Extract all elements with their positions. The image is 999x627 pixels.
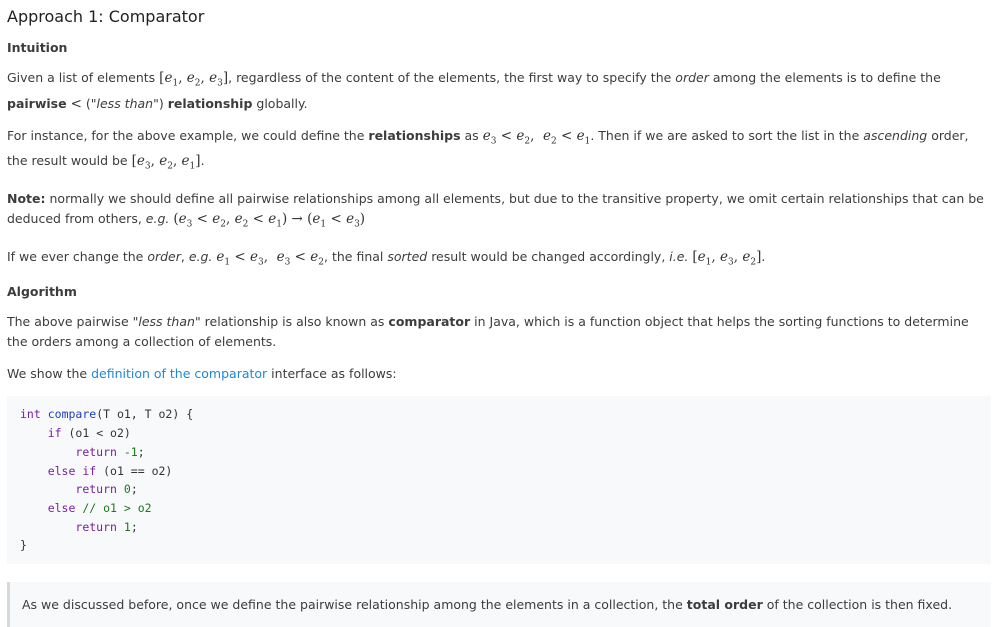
paragraph-change-order: If we ever change the order, e.g. e1 < e…	[7, 248, 766, 268]
emphasis-eg: e.g.	[188, 248, 213, 264]
code-text: (o1 < o2)	[68, 426, 131, 441]
paragraph-intro: Given a list of elements [e1, e2, e3], r…	[7, 68, 991, 114]
paragraph-show-definition: We show the definition of the comparator…	[7, 364, 991, 384]
code-keyword: return	[75, 444, 117, 459]
code-block: int compare(T o1, T o2) { if (o1 < o2) r…	[7, 396, 991, 565]
math-transitive: (e3 < e2, e2 < e1) → (e1 < e3)	[173, 211, 366, 230]
text: , the final	[324, 248, 384, 264]
text: among the elements is to define the	[712, 70, 941, 85]
math-new-sorted-list: [e1, e3, e2]	[692, 248, 762, 268]
text: If we ever change the	[7, 248, 144, 264]
math-sorted-list: [e3, e2, e1]	[131, 153, 201, 173]
code-number: 1	[123, 519, 131, 534]
page-title: Approach 1: Comparator	[7, 7, 205, 26]
text: " relationship is also known as	[194, 314, 385, 330]
text: , regardless of the content of the eleme…	[228, 70, 672, 85]
emphasis-order: order	[147, 248, 181, 264]
emphasis-less-than: less than	[96, 95, 154, 111]
comparator-definition-link[interactable]: definition of the comparator	[91, 366, 267, 381]
code-text: ;	[130, 482, 138, 497]
code-text: (o1 == o2)	[103, 463, 173, 478]
text: The above pairwise "	[7, 314, 139, 330]
text: result would be changed accordingly,	[431, 248, 666, 264]
text: ")	[153, 95, 164, 111]
text: As we discussed before, once we define t…	[22, 597, 683, 613]
emphasis-eg: e.g.	[145, 211, 170, 227]
text: . Then if we are asked to sort the list …	[590, 127, 860, 143]
paragraph-example: For instance, for the above example, we …	[7, 126, 991, 177]
paragraph-comparator: The above pairwise "less than" relations…	[7, 312, 991, 352]
text: globally.	[256, 95, 308, 111]
emphasis-order: order	[675, 70, 709, 85]
code-text: }	[20, 538, 27, 553]
text: ("	[85, 95, 97, 111]
emphasis-sorted: sorted	[387, 248, 428, 264]
strong-comparator: comparator	[388, 314, 471, 330]
math-element-list: [e1, e2, e3]	[159, 70, 229, 89]
code-text: (T o1, T o2) {	[96, 407, 194, 422]
strong-total-order: total order	[686, 597, 763, 613]
strong-note: Note:	[7, 191, 46, 207]
algorithm-heading: Algorithm	[7, 284, 77, 300]
code-keyword: else if	[47, 463, 97, 478]
emphasis-less-than: less than	[138, 314, 195, 330]
emphasis-ie: i.e.	[669, 248, 689, 264]
emphasis-ascending: ascending	[863, 127, 928, 143]
paragraph-note: Note: normally we should define all pair…	[7, 189, 991, 235]
math-less-than: <	[70, 95, 82, 112]
code-comment: // o1 > o2	[82, 500, 152, 515]
code-keyword: else	[47, 500, 76, 515]
text: .	[200, 153, 205, 169]
strong-pairwise: pairwise	[7, 95, 67, 111]
code-keyword: if	[47, 426, 62, 441]
text: Given a list of elements	[7, 70, 156, 85]
code-number: -1	[123, 444, 138, 459]
intuition-heading: Intuition	[7, 40, 68, 55]
code-function-name: compare	[47, 407, 97, 422]
text: of the collection is then fixed.	[766, 597, 953, 613]
code-text: ;	[130, 519, 138, 534]
text: We show the	[7, 366, 88, 382]
text: as	[464, 127, 479, 143]
code-number: 0	[123, 482, 131, 497]
blockquote-total-order: As we discussed before, once we define t…	[7, 582, 991, 627]
text: interface as follows:	[271, 366, 397, 382]
text: .	[761, 248, 766, 264]
code-text: ;	[137, 444, 145, 459]
strong-relationships: relationships	[368, 127, 461, 143]
code-keyword: return	[75, 482, 117, 497]
code-keyword: int	[20, 407, 41, 422]
text: For instance, for the above example, we …	[7, 127, 365, 143]
math-new-relations: e1 < e3, e3 < e2	[216, 248, 325, 268]
math-relations: e3 < e2, e2 < e1	[482, 127, 591, 147]
strong-relationship: relationship	[167, 95, 253, 111]
code-keyword: return	[75, 519, 117, 534]
article: Approach 1: Comparator Intuition Given a…	[0, 0, 999, 627]
